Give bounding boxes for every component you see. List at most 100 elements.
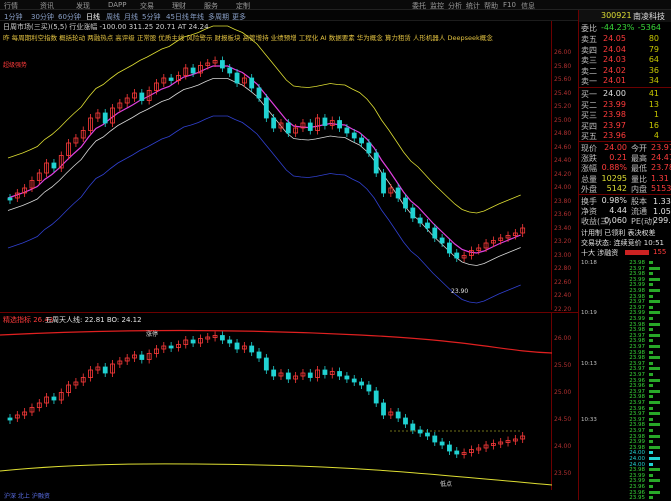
big-order-row[interactable]: 十大 涉融资 155 xyxy=(579,248,671,258)
candle-body xyxy=(337,120,342,129)
candle-body xyxy=(403,197,408,209)
price-axis-label: 26.00 xyxy=(554,49,572,56)
candle-body xyxy=(351,132,357,139)
sub-candle-body xyxy=(219,335,225,341)
price-axis-label: 25.60 xyxy=(554,76,572,83)
sub-candle-body xyxy=(285,372,291,380)
tick-volume-bar xyxy=(649,294,653,298)
menu-item-dapp[interactable]: DAPP xyxy=(108,1,127,9)
tick-volume-bar xyxy=(649,305,653,309)
sub-candle-body xyxy=(337,371,342,377)
strength-label: 超级强势 xyxy=(3,62,28,69)
ma-line-magenta xyxy=(7,65,521,254)
candle-body xyxy=(249,77,255,89)
candle-body xyxy=(366,142,372,154)
tick-volume-bar xyxy=(649,350,653,354)
tick-volume-bar xyxy=(649,384,653,388)
menu-item-f10[interactable]: F10 xyxy=(503,1,516,9)
price-axis-label: 24.80 xyxy=(554,130,572,137)
candle-body xyxy=(447,242,452,254)
stock-header[interactable]: 300921 南凌科技 xyxy=(579,10,671,22)
big-order-bar xyxy=(625,250,649,255)
low-price-marker: 23.90 xyxy=(451,288,469,295)
sub-axis-label: 26.00 xyxy=(554,335,572,342)
quote-panel: 300921 南凌科技 委比 -44.23% -5364 卖五 24.05 80 卖四… xyxy=(578,10,671,501)
xaxis-note: 沪深 北上 沪融资 xyxy=(4,493,50,500)
main-indicator-line: 日周市场(三买)(5,5) 行业涨幅 -100.00 311.25 20.71 … xyxy=(3,23,209,31)
stat-row: 涨幅0.88%最低23.78 xyxy=(581,163,671,174)
sub-candle-body xyxy=(168,345,174,349)
price-axis-label: 24.20 xyxy=(554,170,572,178)
price-axis-label: 23.00 xyxy=(554,251,572,259)
order-diff-row: 委比 -44.23% -5364 xyxy=(581,23,661,33)
sub-axis-label: 24.00 xyxy=(554,443,572,450)
bid-row[interactable]: 买三 23.98 1 xyxy=(579,110,671,120)
bid-row[interactable]: 买一 24.00 41 xyxy=(579,89,671,99)
price-axis-label: 23.20 xyxy=(554,238,572,245)
main-price-axis: 26.00 25.80 25.60 25.40 25.20 25.00 24.80 24.60… xyxy=(552,21,578,313)
bid-row[interactable]: 买二 23.99 13 xyxy=(579,100,671,110)
sub-candle-body xyxy=(190,339,196,344)
tick-volume-bar xyxy=(649,356,660,360)
candle-body xyxy=(359,137,364,144)
sub-chart-canvas xyxy=(0,329,553,486)
sub-indicator-values: 五周天人线: 22.81 BO: 24.12 xyxy=(45,316,142,324)
candle-body xyxy=(344,127,350,134)
tick-volume-bar xyxy=(649,445,660,449)
candle-body xyxy=(102,112,108,124)
price-axis-label: 23.80 xyxy=(554,197,572,205)
tick-volume-bar xyxy=(649,451,653,455)
sub-candle-body xyxy=(425,432,430,437)
stock-code: 300921 xyxy=(601,11,632,20)
tick-volume-bar xyxy=(649,373,653,376)
sub-candle-body xyxy=(417,429,423,434)
ask-bid-divider xyxy=(579,87,671,88)
sub-candle-body xyxy=(447,444,452,452)
tick-volume-bar xyxy=(649,479,660,483)
bid-stats-divider xyxy=(579,141,671,142)
candle-body xyxy=(395,187,401,199)
sub-candle-body xyxy=(381,402,386,416)
candle-body xyxy=(439,237,445,244)
candle-body xyxy=(271,117,277,129)
tick-row: 23.95 xyxy=(579,495,671,501)
tick-volume-bar xyxy=(649,473,653,477)
top-menu-bar: 行情 资讯 发现 DAPP 交易 理财 服务 定制 委托 监控 分析 统计 帮助… xyxy=(0,0,671,10)
ask-row[interactable]: 卖四 24.04 79 xyxy=(579,45,671,55)
candle-body xyxy=(263,97,269,119)
candle-body xyxy=(190,67,196,74)
sub-candle-body xyxy=(454,450,460,455)
ask-row[interactable]: 卖二 24.02 36 xyxy=(579,66,671,76)
price-axis-label: 22.60 xyxy=(554,278,572,286)
ask-row[interactable]: 卖三 24.03 64 xyxy=(579,55,671,65)
candle-body xyxy=(425,222,430,229)
sub-candle-body xyxy=(249,345,255,353)
tick-volume-bar xyxy=(649,317,653,320)
price-axis-label: 24.60 xyxy=(554,143,572,151)
stats-divider xyxy=(579,194,671,195)
candle-body xyxy=(139,92,145,101)
sub-axis-label: 24.50 xyxy=(554,416,572,423)
tick-volume-bar xyxy=(649,272,653,276)
tick-volume-bar xyxy=(649,401,660,404)
price-axis-label: 24.00 xyxy=(554,184,572,191)
sub-candle-body xyxy=(366,384,372,392)
ask-row[interactable]: 卖一 24.01 34 xyxy=(579,76,671,86)
tick-volume-bar xyxy=(649,289,660,292)
bid-row[interactable]: 买五 23.96 4 xyxy=(579,131,671,141)
main-chart-canvas xyxy=(7,25,526,304)
sub-indicator-chart[interactable]: 精选指标 26.43 五周天人线: 22.81 BO: 24.12 涨停 低点 xyxy=(0,312,553,490)
sub-candle-body xyxy=(344,375,350,380)
stock-name: 南凌科技 xyxy=(633,12,665,21)
tick-volume-bar xyxy=(649,412,660,416)
sub-high-marker: 涨停 xyxy=(146,331,159,338)
tick-volume-bar xyxy=(649,277,660,281)
ask-row[interactable]: 卖五 24.05 80 xyxy=(579,34,671,44)
bid-row[interactable]: 买四 23.97 16 xyxy=(579,121,671,131)
sub-candle-body xyxy=(263,357,269,371)
price-axis-label: 25.00 xyxy=(554,116,572,124)
tick-volume-bar xyxy=(649,300,660,304)
sub-candle-body xyxy=(410,423,416,431)
price-axis-label: 22.80 xyxy=(554,265,572,272)
main-kline-chart[interactable]: 日周市场(三买)(5,5) 行业涨幅 -100.00 311.25 20.71 … xyxy=(0,21,552,310)
